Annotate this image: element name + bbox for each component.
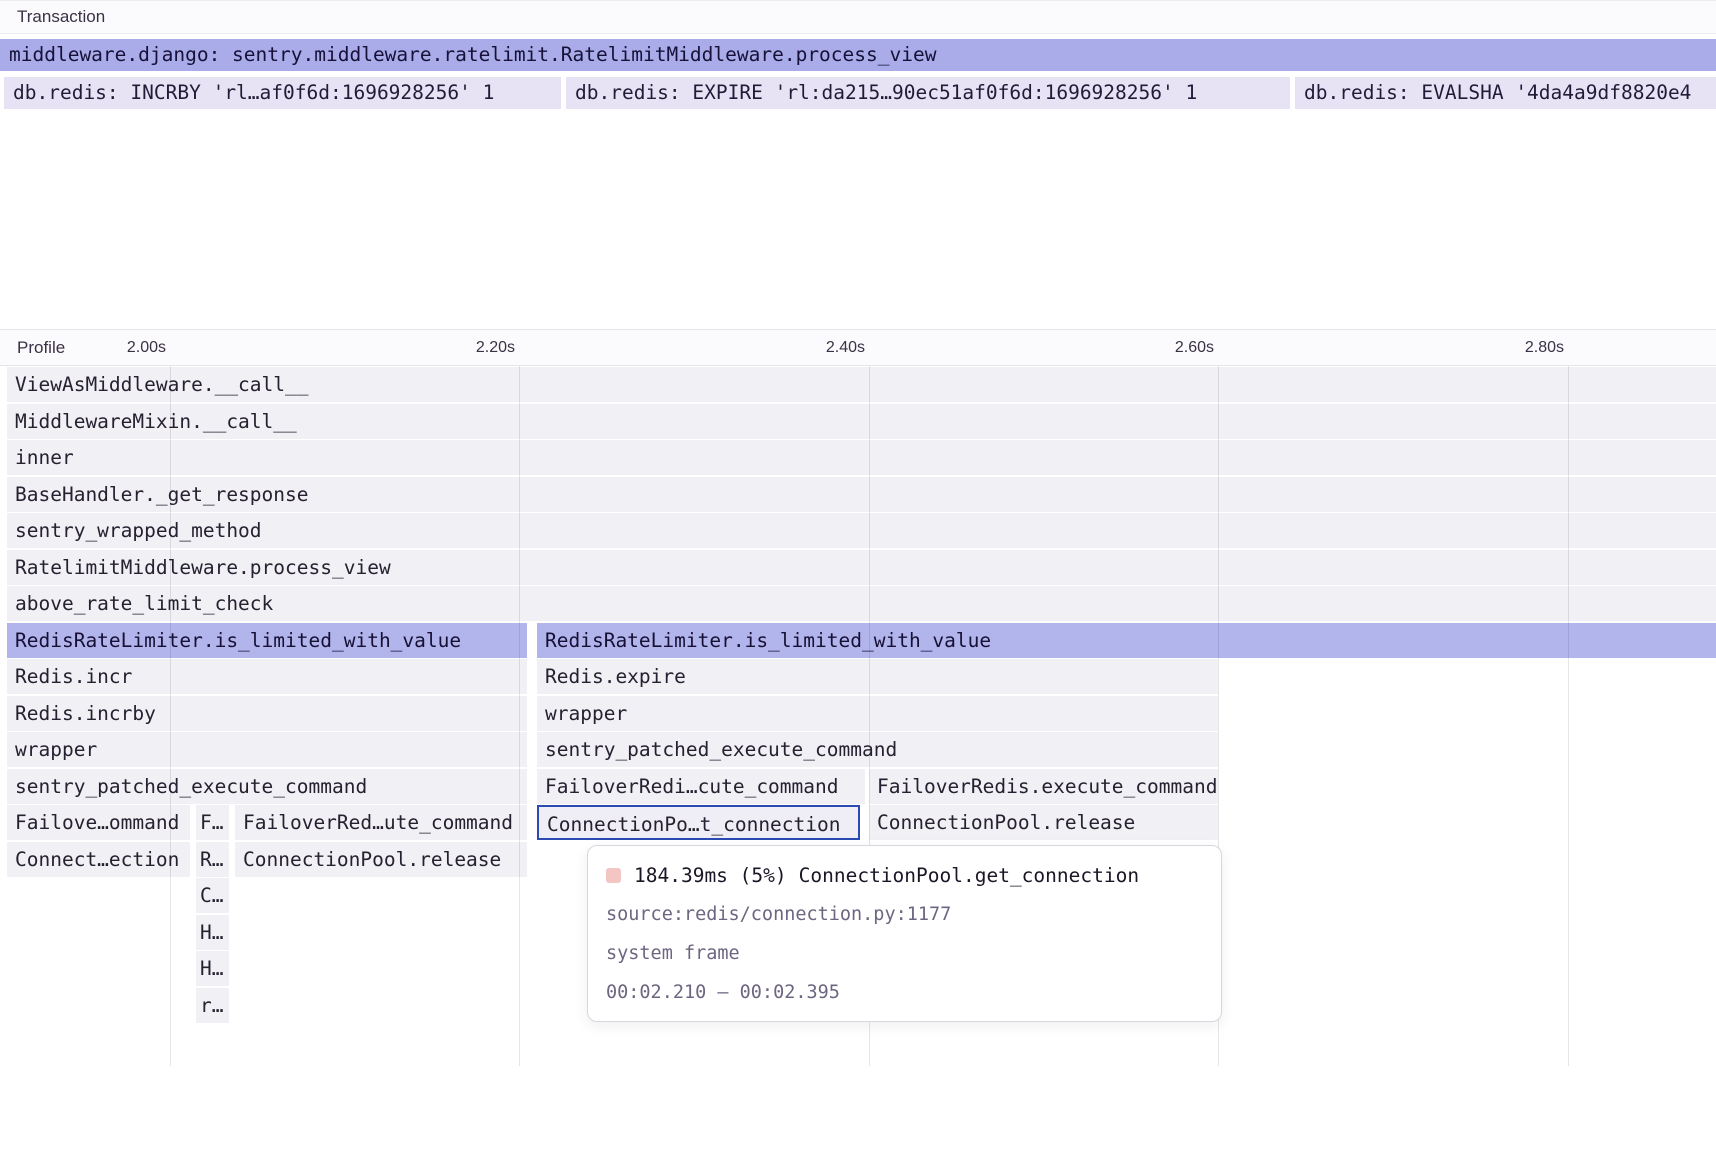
flame-frame[interactable]: FailoverRed…ute_command bbox=[235, 805, 527, 840]
time-tick-label: 2.20s bbox=[425, 330, 515, 365]
flame-frame[interactable]: sentry_wrapped_method bbox=[7, 513, 1716, 548]
tooltip-frame-type: system frame bbox=[606, 939, 1203, 969]
flame-frame[interactable]: R… bbox=[196, 842, 229, 877]
tooltip-title-line: 184.39ms (5%) ConnectionPool.get_connecti… bbox=[606, 861, 1203, 891]
flame-frame-highlighted[interactable]: RedisRateLimiter.is_limited_with_value bbox=[7, 623, 527, 658]
flame-frame[interactable]: ConnectionPool.release bbox=[869, 805, 1218, 840]
timeline-gridline bbox=[519, 366, 520, 1066]
flame-frame[interactable]: MiddlewareMixin.__call__ bbox=[7, 404, 1716, 439]
flame-frame[interactable]: Redis.expire bbox=[537, 659, 1218, 694]
timeline-gridline bbox=[170, 366, 171, 1066]
flame-frame[interactable]: H… bbox=[196, 951, 229, 986]
profile-section-header: Profile bbox=[17, 330, 65, 365]
transaction-child-span[interactable]: db.redis: INCRBY 'rl…af0f6d:1696928256' … bbox=[4, 77, 561, 109]
flame-frame[interactable]: Connect…ection bbox=[7, 842, 190, 877]
time-tick-label: 2.00s bbox=[76, 330, 166, 365]
flame-frame-selected[interactable]: ConnectionPo…t_connection bbox=[537, 805, 860, 840]
flame-frame[interactable]: inner bbox=[7, 440, 1716, 475]
flame-frame[interactable]: ViewAsMiddleware.__call__ bbox=[7, 367, 1716, 402]
tooltip-duration: 184.39ms (5%) bbox=[634, 864, 787, 887]
flame-frame[interactable]: BaseHandler._get_response bbox=[7, 477, 1716, 512]
flame-frame[interactable]: Redis.incrby bbox=[7, 696, 527, 731]
flame-frame[interactable]: wrapper bbox=[537, 696, 1218, 731]
flame-frame[interactable]: RatelimitMiddleware.process_view bbox=[7, 550, 1716, 585]
tooltip-source: source:redis/connection.py:1177 bbox=[606, 900, 1203, 930]
transaction-spans-row: db.redis: INCRBY 'rl…af0f6d:1696928256' … bbox=[0, 77, 1716, 109]
flame-frame[interactable]: Redis.incr bbox=[7, 659, 527, 694]
transaction-section-header: Transaction bbox=[0, 0, 1716, 34]
flame-frame-highlighted[interactable]: RedisRateLimiter.is_limited_with_value bbox=[537, 623, 1716, 658]
time-tick-label: 2.60s bbox=[1124, 330, 1214, 365]
flame-frame[interactable]: wrapper bbox=[7, 732, 527, 767]
flame-frame[interactable]: FailoverRedi…cute_command bbox=[537, 769, 865, 804]
profile-axis-bar: Profile 2.00s 2.20s 2.40s 2.60s 2.80s bbox=[0, 329, 1716, 366]
tooltip-frame-name: ConnectionPool.get_connection bbox=[799, 864, 1139, 887]
flame-frame[interactable]: FailoverRedis.execute_command bbox=[869, 769, 1218, 804]
flame-frame[interactable]: sentry_patched_execute_command bbox=[7, 769, 527, 804]
frame-category-swatch-icon bbox=[606, 868, 621, 883]
timeline-gridline bbox=[1568, 366, 1569, 1066]
flame-frame[interactable]: sentry_patched_execute_command bbox=[537, 732, 1218, 767]
frame-tooltip: 184.39ms (5%) ConnectionPool.get_connecti… bbox=[587, 845, 1222, 1022]
transaction-child-span[interactable]: db.redis: EVALSHA '4da4a9df8820e4 bbox=[1295, 77, 1716, 109]
flame-frame[interactable]: F… bbox=[196, 805, 229, 840]
transaction-child-span[interactable]: db.redis: EXPIRE 'rl:da215…90ec51af0f6d:… bbox=[566, 77, 1290, 109]
flame-frame[interactable]: above_rate_limit_check bbox=[7, 586, 1716, 621]
flamegraph-canvas[interactable]: ViewAsMiddleware.__call__ MiddlewareMixi… bbox=[0, 366, 1716, 1066]
time-tick-label: 2.80s bbox=[1474, 330, 1564, 365]
tooltip-time-range: 00:02.210 — 00:02.395 bbox=[606, 978, 1203, 1008]
flame-frame[interactable]: Failove…ommand bbox=[7, 805, 190, 840]
flame-frame[interactable]: H… bbox=[196, 915, 229, 950]
flame-frame[interactable]: C… bbox=[196, 878, 229, 913]
time-tick-label: 2.40s bbox=[775, 330, 865, 365]
flame-frame[interactable]: r… bbox=[196, 988, 229, 1023]
flame-frame[interactable]: ConnectionPool.release bbox=[235, 842, 527, 877]
transaction-root-span[interactable]: middleware.django: sentry.middleware.rat… bbox=[0, 39, 1716, 71]
